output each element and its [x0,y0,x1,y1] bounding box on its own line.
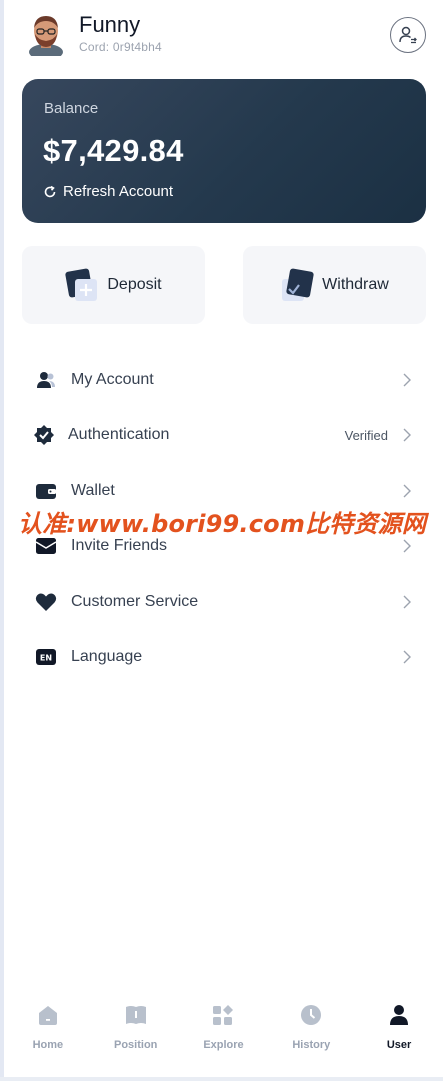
en-language-icon: EN [34,645,58,669]
balance-label: Balance [44,100,99,117]
watermark-text: 认准:www.bori99.com比特资源网 [18,510,427,538]
deposit-label: Deposit [107,276,162,293]
book-icon [125,1006,146,1024]
svg-text:EN: EN [40,654,52,663]
menu-label-language: Language [71,648,143,666]
withdraw-button[interactable]: Withdraw [243,246,426,324]
withdraw-icon [282,268,314,301]
menu-item-my-account[interactable]: My Account [22,352,422,408]
chevron-right-icon [403,539,411,553]
nav-item-position[interactable]: Position [92,990,180,1062]
deposit-button[interactable]: Deposit [22,246,205,324]
chevron-right-icon [403,484,411,498]
user-name: Funny [79,12,141,37]
nav-label-history: History [292,1039,331,1051]
user-icon [390,1005,409,1025]
grid-icon [213,1005,234,1025]
chevron-right-icon [403,595,411,609]
bottom-nav: Home Position Explore History User [4,990,443,1062]
refresh-icon [44,185,56,197]
menu-label-wallet: Wallet [71,481,115,499]
nav-label-home: Home [32,1039,64,1051]
nav-item-user[interactable]: User [355,990,443,1062]
wallet-icon [34,479,58,503]
heart-icon [34,590,58,614]
cord-label: Cord: [79,40,110,54]
menu-label-my-account: My Account [71,370,154,388]
bottom-divider [0,1077,443,1081]
refresh-account-button[interactable]: Refresh Account [43,183,173,200]
deposit-icon [65,268,98,301]
menu-label-customer-service: Customer Service [71,592,199,610]
nav-item-history[interactable]: History [267,990,355,1062]
chevron-right-icon [403,650,411,664]
nav-label-position: Position [114,1039,158,1051]
cord-value: 0r9t4bh4 [112,40,162,54]
home-icon [38,1006,57,1025]
verification-status: Verified [344,427,388,443]
nav-item-home[interactable]: Home [4,990,92,1062]
verified-badge-icon [32,423,56,447]
nav-label-user: User [386,1039,412,1051]
menu-item-authentication[interactable]: Authentication Verified [22,408,422,464]
switch-account-button[interactable] [390,17,426,53]
nav-item-explore[interactable]: Explore [180,990,268,1062]
user-switch-icon [399,26,417,44]
withdraw-label: Withdraw [322,276,389,293]
chevron-right-icon [403,428,411,442]
left-edge-divider [0,0,4,1081]
refresh-account-label: Refresh Account [63,183,174,200]
avatar[interactable] [26,12,66,60]
clock-icon [301,1005,322,1025]
menu-item-customer-service[interactable]: Customer Service [22,574,422,630]
user-cord: Cord: 0r9t4bh4 [79,40,162,54]
chevron-right-icon [403,373,411,387]
balance-card: Balance $7,429.84 Refresh Account [22,79,426,223]
nav-label-explore: Explore [203,1039,244,1051]
user-group-icon [34,368,58,392]
menu-label-invite-friends: Invite Friends [71,537,168,555]
menu-item-language[interactable]: EN Language [22,630,422,686]
profile-header: Funny Cord: 0r9t4bh4 [26,12,426,60]
balance-amount: $7,429.84 [43,133,184,168]
menu-label-authentication: Authentication [68,426,170,444]
